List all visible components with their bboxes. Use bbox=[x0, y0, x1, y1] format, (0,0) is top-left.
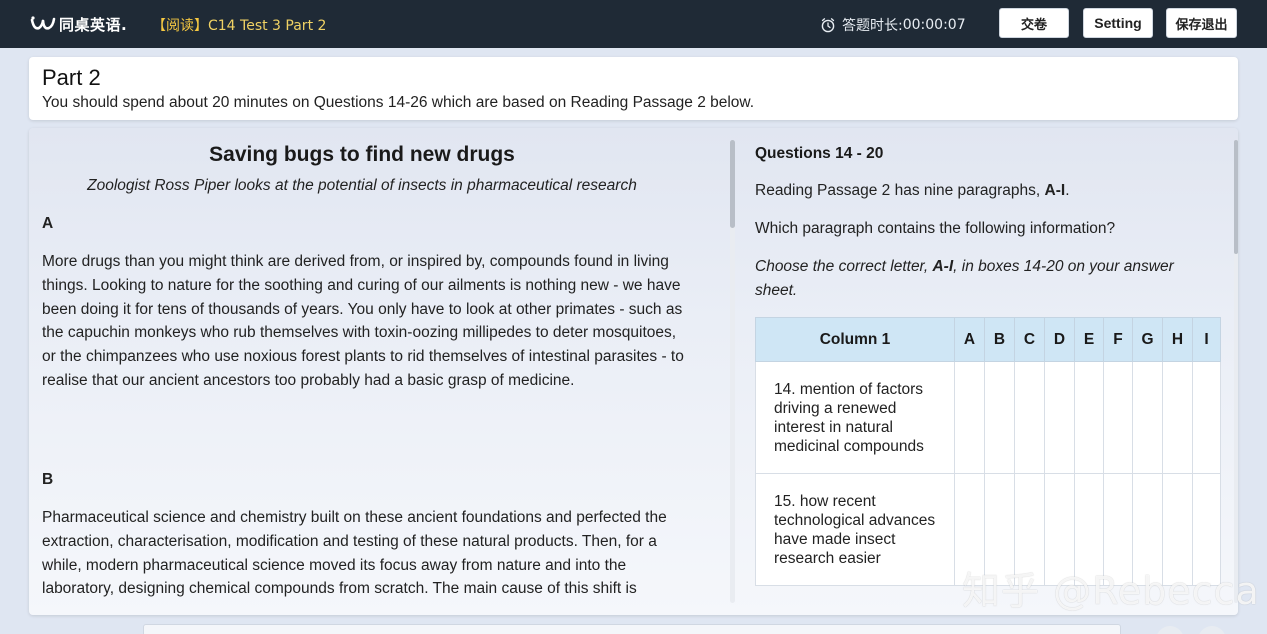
question-14-text: 14. mention of factors driving a renewed… bbox=[755, 361, 955, 474]
answer-cell-14-c[interactable] bbox=[1014, 361, 1045, 474]
paragraph-text-b: Pharmaceutical science and chemistry bui… bbox=[42, 509, 667, 598]
letter-header-h: H bbox=[1162, 317, 1193, 362]
letter-header-a: A bbox=[954, 317, 985, 362]
answer-timer: 答题时长: 00:00:07 bbox=[820, 15, 966, 35]
passage-title: Saving bugs to find new drugs bbox=[209, 143, 515, 166]
letter-header-b: B bbox=[984, 317, 1015, 362]
table-row: 14. mention of factors driving a renewed… bbox=[755, 361, 1221, 474]
questions-scrollbar-thumb[interactable] bbox=[1234, 140, 1238, 254]
intro-text-post: . bbox=[1065, 182, 1070, 199]
answer-cell-14-f[interactable] bbox=[1103, 361, 1133, 474]
passage-scrollbar-thumb[interactable] bbox=[730, 140, 735, 228]
instruction-bold: A-I bbox=[932, 258, 954, 275]
submit-button[interactable]: 交卷 bbox=[999, 8, 1069, 38]
table-header-row: Column 1 A B C D E F G H I bbox=[755, 317, 1221, 362]
intro-text-bold: A-I bbox=[1044, 182, 1066, 199]
doc-title-name: C14 Test 3 Part 2 bbox=[208, 18, 327, 34]
letter-header-i: I bbox=[1192, 317, 1221, 362]
logo-text: 同桌英语. bbox=[59, 15, 128, 34]
paragraph-letter-a: A bbox=[42, 215, 54, 232]
answer-cell-14-d[interactable] bbox=[1044, 361, 1075, 474]
answer-cell-14-b[interactable] bbox=[984, 361, 1015, 474]
letter-header-d: D bbox=[1044, 317, 1075, 362]
answer-cell-14-i[interactable] bbox=[1192, 361, 1221, 474]
bottom-nav-button-left[interactable] bbox=[1156, 626, 1184, 634]
intro-text-pre: Reading Passage 2 has nine paragraphs, bbox=[755, 182, 1045, 199]
questions-intro-line: Reading Passage 2 has nine paragraphs, A… bbox=[755, 182, 1070, 200]
questions-pane[interactable]: Questions 14 - 20 Reading Passage 2 has … bbox=[755, 128, 1225, 603]
questions-prompt-line: Which paragraph contains the following i… bbox=[755, 220, 1116, 237]
bottom-nav-button-right[interactable] bbox=[1198, 626, 1226, 634]
part-header-card: Part 2 You should spend about 20 minutes… bbox=[29, 57, 1238, 120]
timer-label: 答题时长: bbox=[842, 18, 903, 34]
answer-cell-14-a[interactable] bbox=[954, 361, 985, 474]
bottom-navigation-bar[interactable] bbox=[143, 624, 1121, 634]
doc-title-bracket: 【阅读】 bbox=[152, 18, 208, 34]
questions-instruction: Choose the correct letter, A-I, in boxes… bbox=[755, 255, 1205, 303]
zhihu-watermark: 知乎 @Rebecca bbox=[962, 569, 1260, 613]
timer-value: 00:00:07 bbox=[902, 17, 966, 33]
paragraph-letter-b: B bbox=[42, 471, 54, 488]
paragraph-text-a: More drugs than you might think are deri… bbox=[42, 253, 684, 389]
answer-matrix-table: Column 1 A B C D E F G H I 14. mention o… bbox=[755, 317, 1221, 586]
letter-header-f: F bbox=[1103, 317, 1133, 362]
answer-cell-14-g[interactable] bbox=[1132, 361, 1163, 474]
reading-passage-pane[interactable]: Saving bugs to find new drugs Zoologist … bbox=[29, 128, 729, 603]
logo-mark-icon bbox=[30, 16, 56, 30]
alarm-clock-icon bbox=[821, 18, 835, 33]
questions-scrollbar[interactable] bbox=[1234, 140, 1238, 603]
passage-scrollbar[interactable] bbox=[730, 140, 735, 603]
letter-header-g: G bbox=[1132, 317, 1163, 362]
setting-button[interactable]: Setting bbox=[1083, 8, 1153, 38]
answer-cell-14-h[interactable] bbox=[1162, 361, 1193, 474]
questions-heading: Questions 14 - 20 bbox=[755, 145, 884, 162]
letter-header-c: C bbox=[1014, 317, 1045, 362]
letter-header-e: E bbox=[1074, 317, 1104, 362]
part-title: Part 2 bbox=[42, 65, 101, 90]
save-exit-button[interactable]: 保存退出 bbox=[1166, 8, 1237, 38]
question-15-text: 15. how recent technological advances ha… bbox=[755, 473, 955, 586]
instruction-pre: Choose the correct letter, bbox=[755, 258, 933, 275]
part-description: You should spend about 20 minutes on Que… bbox=[42, 94, 755, 111]
top-bar: 同桌英语. 【阅读】C14 Test 3 Part 2 答题时长: 00:00:0… bbox=[0, 0, 1267, 48]
main-content-card: Saving bugs to find new drugs Zoologist … bbox=[29, 128, 1238, 615]
column-1-header: Column 1 bbox=[755, 317, 955, 362]
document-title: 【阅读】C14 Test 3 Part 2 bbox=[152, 15, 326, 35]
answer-cell-14-e[interactable] bbox=[1074, 361, 1104, 474]
app-logo: 同桌英语. bbox=[30, 13, 127, 35]
passage-subtitle: Zoologist Ross Piper looks at the potent… bbox=[87, 177, 637, 194]
